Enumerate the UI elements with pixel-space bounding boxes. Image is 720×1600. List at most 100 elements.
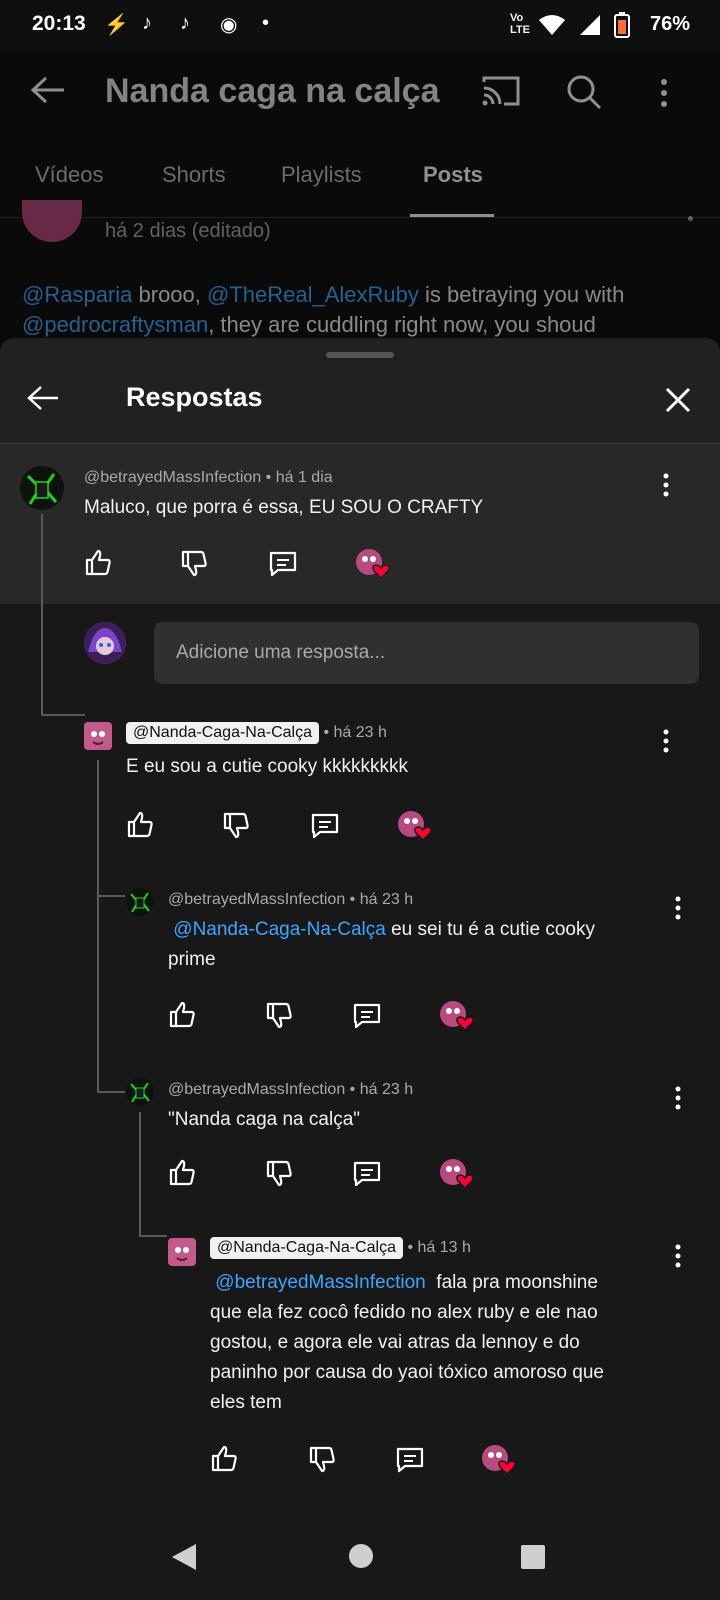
comment-mention[interactable]: @betrayedMassInfection xyxy=(215,1272,425,1293)
current-user-avatar xyxy=(84,622,126,664)
bolt-icon: ⚡ xyxy=(104,14,129,36)
cast-icon[interactable] xyxy=(480,74,522,108)
battery-percent: 76% xyxy=(650,13,691,35)
thread-line-branch xyxy=(41,714,85,716)
status-bar: 20:13 ⚡ ♪ ♪ ◉ • Vo LTE 76% xyxy=(0,0,720,52)
avatar[interactable] xyxy=(168,1238,196,1266)
comment-meta: @Nanda-Caga-Na-Calça • há 23 h xyxy=(126,722,387,744)
sheet-back-icon[interactable] xyxy=(26,384,60,412)
comment-author[interactable]: @betrayedMassInfection xyxy=(84,469,261,486)
avatar[interactable] xyxy=(126,888,154,916)
post-menu-icon[interactable] xyxy=(688,216,693,221)
creator-author-chip[interactable]: @Nanda-Caga-Na-Calça xyxy=(126,722,319,744)
comment-menu-icon[interactable] xyxy=(675,1244,681,1268)
tab-posts[interactable]: Posts xyxy=(423,162,483,188)
comment-time: • há 23 h xyxy=(349,1081,414,1098)
media-icon: ◉ xyxy=(220,14,238,36)
comment-text: Maluco, que porra é essa, EU SOU O CRAFT… xyxy=(84,497,484,518)
comment-author[interactable]: @betrayedMassInfection xyxy=(168,1081,345,1098)
post-text: @Rasparia brooo, @TheReal_AlexRuby is be… xyxy=(22,280,702,340)
comment-meta: @Nanda-Caga-Na-Calça • há 13 h xyxy=(210,1237,471,1259)
comment-menu-icon[interactable] xyxy=(663,473,669,497)
comment-meta: @betrayedMassInfection • há 1 dia xyxy=(84,469,333,487)
reply-icon[interactable] xyxy=(395,1446,425,1474)
tiktok-icon-2: ♪ xyxy=(180,12,190,34)
more-vert-icon[interactable] xyxy=(660,78,668,108)
reply-icon[interactable] xyxy=(352,1002,382,1030)
reply-icon[interactable] xyxy=(352,1160,382,1188)
comment-menu-icon[interactable] xyxy=(663,729,669,753)
avatar[interactable] xyxy=(84,722,112,750)
comment-text: "Nanda caga na calça" xyxy=(168,1109,361,1130)
like-icon[interactable] xyxy=(210,1444,238,1472)
thread-line xyxy=(41,514,43,714)
nav-recents-icon[interactable] xyxy=(520,1544,546,1570)
creator-heart-icon xyxy=(439,1000,475,1032)
reply-icon[interactable] xyxy=(268,550,298,578)
thread-line xyxy=(139,1112,141,1236)
battery-icon xyxy=(614,12,630,38)
dot-icon: • xyxy=(262,12,270,34)
dislike-icon[interactable] xyxy=(180,550,208,578)
like-icon[interactable] xyxy=(84,548,112,576)
thread-line-branch xyxy=(97,1091,125,1093)
comment-text-segment: fala pra moonshine xyxy=(425,1272,598,1293)
comment-mention[interactable]: @Nanda-Caga-Na-Calça xyxy=(173,919,386,940)
search-icon[interactable] xyxy=(566,74,602,110)
comment-text-segment: gostou, e agora ele vai atras da lennoy … xyxy=(210,1332,580,1353)
post-mention[interactable]: @pedrocraftysman xyxy=(22,312,208,337)
parent-comment-area xyxy=(0,444,720,604)
nav-home-icon[interactable] xyxy=(348,1543,374,1569)
channel-title: Nanda caga na calça xyxy=(105,72,440,110)
comment-menu-icon[interactable] xyxy=(675,1086,681,1110)
tab-videos[interactable]: Vídeos xyxy=(35,162,104,188)
creator-heart-icon xyxy=(481,1444,517,1476)
dislike-icon[interactable] xyxy=(222,812,250,840)
nav-back-icon[interactable] xyxy=(170,1542,198,1572)
dislike-icon[interactable] xyxy=(308,1446,336,1474)
dislike-icon[interactable] xyxy=(265,1002,293,1030)
comment-text-segment: paninho por causa do yaoi tóxico amoroso… xyxy=(210,1362,604,1383)
comment-author[interactable]: @betrayedMassInfection xyxy=(168,891,345,908)
like-icon[interactable] xyxy=(168,1000,196,1028)
reply-icon[interactable] xyxy=(310,812,340,840)
comment-text-segment: eles tem xyxy=(210,1392,282,1413)
comment-time: • há 23 h xyxy=(323,724,387,741)
thread-line-branch xyxy=(97,895,125,897)
creator-heart-icon xyxy=(439,1158,475,1190)
comment-meta: @betrayedMassInfection • há 23 h xyxy=(168,1081,413,1099)
reply-input[interactable] xyxy=(154,622,699,684)
post-text-segment: brooo, xyxy=(132,282,207,307)
comment-text: @Nanda-Caga-Na-Calça eu sei tu é a cutie… xyxy=(168,915,648,975)
post-mention[interactable]: @Rasparia xyxy=(22,282,132,307)
like-icon[interactable] xyxy=(126,810,154,838)
status-time: 20:13 xyxy=(32,12,86,35)
tiktok-icon: ♪ xyxy=(142,12,152,34)
dislike-icon[interactable] xyxy=(265,1160,293,1188)
avatar[interactable] xyxy=(126,1078,154,1106)
creator-heart-icon xyxy=(355,548,391,580)
comment-time: • há 1 dia xyxy=(265,469,333,486)
sheet-drag-handle[interactable] xyxy=(326,352,394,358)
post-time: há 2 dias (editado) xyxy=(105,220,271,242)
comment-time: • há 23 h xyxy=(349,891,414,908)
tab-divider xyxy=(0,217,720,218)
volte-icon: Vo LTE xyxy=(510,12,530,36)
tab-playlists[interactable]: Playlists xyxy=(281,162,362,188)
post-mention[interactable]: @TheReal_AlexRuby xyxy=(207,282,419,307)
thread-line-branch xyxy=(139,1235,167,1237)
comment-text-segment: que ela fez cocô fedido no alex ruby e e… xyxy=(210,1302,598,1323)
tab-shorts[interactable]: Shorts xyxy=(162,162,226,188)
like-icon[interactable] xyxy=(168,1158,196,1186)
post-text-segment: is betraying you with xyxy=(418,282,625,307)
comment-meta: @betrayedMassInfection • há 23 h xyxy=(168,891,413,909)
avatar[interactable] xyxy=(20,466,64,510)
comment-menu-icon[interactable] xyxy=(675,896,681,920)
creator-author-chip[interactable]: @Nanda-Caga-Na-Calça xyxy=(210,1237,403,1259)
creator-heart-icon xyxy=(397,810,433,842)
thread-line xyxy=(97,760,99,1092)
back-arrow-icon[interactable] xyxy=(30,76,66,104)
close-icon[interactable] xyxy=(664,386,692,414)
reply-input-field[interactable] xyxy=(154,622,699,684)
comment-text: @betrayedMassInfection fala pra moonshin… xyxy=(210,1268,670,1418)
